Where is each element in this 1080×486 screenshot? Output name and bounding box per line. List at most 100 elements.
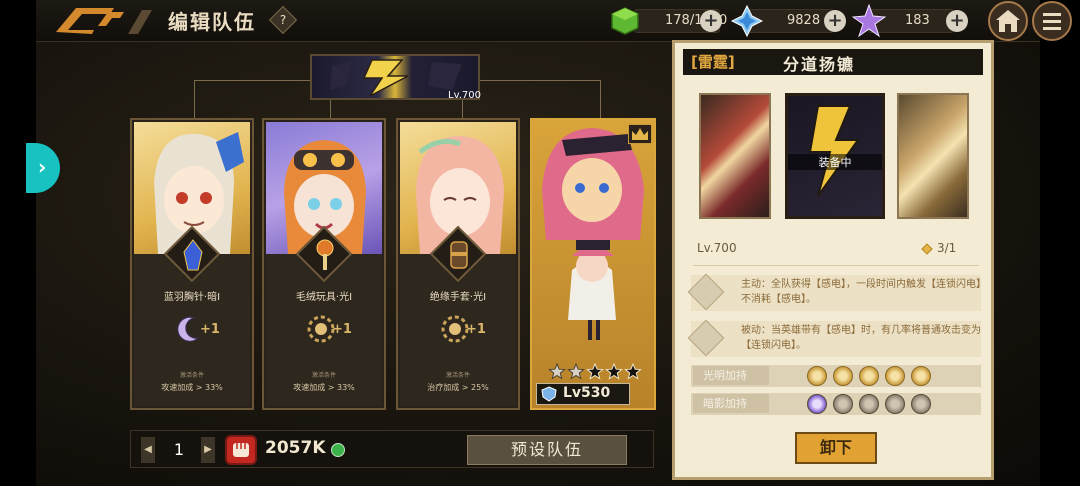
hero-gear-panel: 蓝羽胸针·暗I +1 激活条件 攻速加成 > 33% — [134, 225, 250, 406]
star-filled-icon — [605, 362, 623, 380]
panel-header: [雷霆] 分道扬镳 — [683, 49, 983, 75]
link-line — [330, 100, 331, 118]
menu-icon — [1043, 13, 1061, 30]
power-fist-icon — [225, 435, 257, 465]
sun-icon — [859, 366, 879, 386]
green-cube-icon — [611, 7, 639, 35]
home-button[interactable] — [988, 1, 1028, 41]
light-bonus-row: 光明加持 — [691, 365, 981, 387]
gear-name: 绝缘手套·光I — [429, 292, 487, 303]
condition-text: 治疗加成 > 25% — [427, 383, 489, 392]
sun-icon — [885, 366, 905, 386]
bonus-value: +1 — [466, 322, 486, 337]
menu-button[interactable] — [1032, 1, 1072, 41]
count-diamond-icon — [921, 243, 933, 255]
bottom-bar: ◀ 1 ▶ 2057K 预设队伍 — [130, 430, 654, 468]
bonus-row: +1 — [134, 312, 250, 348]
emblem-option-1[interactable] — [699, 93, 771, 219]
side-expand-button[interactable]: › — [26, 143, 60, 193]
left-letterbox — [0, 0, 36, 486]
condition-text: 攻速加成 > 33% — [293, 383, 355, 392]
star-rating — [548, 362, 648, 385]
emblem-option-2-equipped[interactable]: 装备中 — [785, 93, 885, 219]
sun-icon — [807, 366, 827, 386]
sun-icon — [911, 366, 931, 386]
link-line — [480, 80, 600, 81]
gear-name: 蓝羽胸针·暗I — [163, 292, 221, 303]
passive-skill-icon — [687, 319, 725, 357]
crown-icon — [632, 128, 648, 140]
star-gem-plus-button[interactable]: + — [946, 10, 968, 32]
stamina-plus-button[interactable]: + — [700, 10, 722, 32]
emblem-detail-panel: [雷霆] 分道扬镳 装备中 Lv.700 3/1 主动：全队获得【感电】，一段时… — [672, 40, 994, 480]
passive-skill: 被动：当英雄带有【感电】时，有几率将普通攻击变为【连锁闪电】。 — [687, 319, 981, 357]
divider — [693, 265, 979, 266]
hero-card-3[interactable]: 绝缘手套·光I +1 激活条件 治疗加成 > 25% — [396, 118, 520, 410]
team-level: Lv.700 — [448, 90, 481, 101]
class-shield-icon — [541, 386, 557, 402]
emblem-level: Lv.700 — [697, 241, 737, 255]
team-power: 2057K — [265, 438, 326, 458]
condition-text: 攻速加成 > 33% — [161, 383, 223, 392]
leader-level: Lv530 — [563, 385, 611, 401]
star-gem-value: 183 — [905, 13, 930, 28]
light-bonus-label: 光明加持 — [693, 366, 769, 385]
star-empty-icon — [567, 362, 585, 380]
moon-icon — [859, 394, 879, 414]
emblem-count: 3/1 — [937, 241, 957, 255]
sun-icon — [833, 366, 853, 386]
back-arrow-icon — [56, 8, 152, 34]
hero-card-1[interactable]: 蓝羽胸针·暗I +1 激活条件 攻速加成 > 33% — [130, 118, 254, 410]
star-filled-icon — [586, 362, 604, 380]
emblem-name: 分道扬镳 — [783, 55, 856, 74]
back-button[interactable] — [54, 4, 154, 36]
team-index: 1 — [173, 440, 185, 459]
link-line — [194, 80, 195, 118]
leader-crown-icon — [628, 124, 652, 144]
moon-icon — [885, 394, 905, 414]
right-letterbox — [1040, 0, 1080, 486]
leader-level-plate: Lv530 — [536, 383, 630, 405]
page-title: 编辑队伍 — [168, 10, 256, 34]
crystal-value: 9828 — [787, 13, 821, 28]
link-line — [600, 80, 601, 118]
link-line — [462, 100, 463, 118]
crystal-plus-button[interactable]: + — [824, 10, 846, 32]
leader-hero-card[interactable]: Lv530 — [530, 118, 656, 410]
moon-icon — [911, 394, 931, 414]
hero-gear-panel: 绝缘手套·光I +1 激活条件 治疗加成 > 25% — [400, 225, 516, 406]
active-skill-icon — [687, 273, 725, 311]
bonus-value: +1 — [332, 322, 352, 337]
bonus-row: +1 — [266, 312, 382, 348]
team-prev-button[interactable]: ◀ — [141, 437, 155, 463]
condition-title: 激活条件 — [311, 372, 336, 379]
active-skill-text: 主动：全队获得【感电】，一段时间内触发【连锁闪电】不消耗【感电】。 — [741, 279, 981, 305]
blue-feather-brooch-icon — [183, 239, 203, 271]
fist-icon — [233, 443, 249, 457]
dark-bonus-row: 暗影加持 — [691, 393, 981, 415]
preset-team-button[interactable]: 预设队伍 — [467, 435, 627, 465]
star-filled-icon — [624, 362, 642, 380]
hero-card-2[interactable]: 毛绒玩具·光I +1 激活条件 攻速加成 > 33% — [262, 118, 386, 410]
moon-icon — [807, 394, 827, 414]
bonus-row: +1 — [400, 312, 516, 348]
power-status-icon — [331, 443, 345, 457]
hero-gear-panel: 毛绒玩具·光I +1 激活条件 攻速加成 > 33% — [266, 225, 382, 406]
unequip-button[interactable]: 卸下 — [795, 432, 877, 464]
emblem-option-3[interactable] — [897, 93, 969, 219]
condition-title: 激活条件 — [445, 372, 470, 379]
plush-toy-icon — [316, 239, 334, 270]
chevron-right-icon: › — [38, 155, 47, 179]
condition-title: 激活条件 — [179, 372, 204, 379]
bonus-value: +1 — [200, 322, 220, 337]
link-line — [194, 80, 310, 81]
active-skill: 主动：全队获得【感电】，一段时间内触发【连锁闪电】不消耗【感电】。 — [687, 273, 981, 311]
team-next-button[interactable]: ▶ — [201, 437, 215, 463]
help-icon[interactable]: ? — [268, 5, 298, 35]
game-screen: 编辑队伍 ? 178/1800 + 9828 + 183 + › Lv.700 … — [0, 0, 1080, 486]
moon-icon — [833, 394, 853, 414]
help-glyph: ? — [279, 13, 287, 27]
insulated-glove-icon — [450, 241, 468, 269]
passive-skill-text: 被动：当英雄带有【感电】时，有几率将普通攻击变为【连锁闪电】。 — [741, 325, 981, 351]
dark-bonus-label: 暗影加持 — [693, 394, 769, 413]
